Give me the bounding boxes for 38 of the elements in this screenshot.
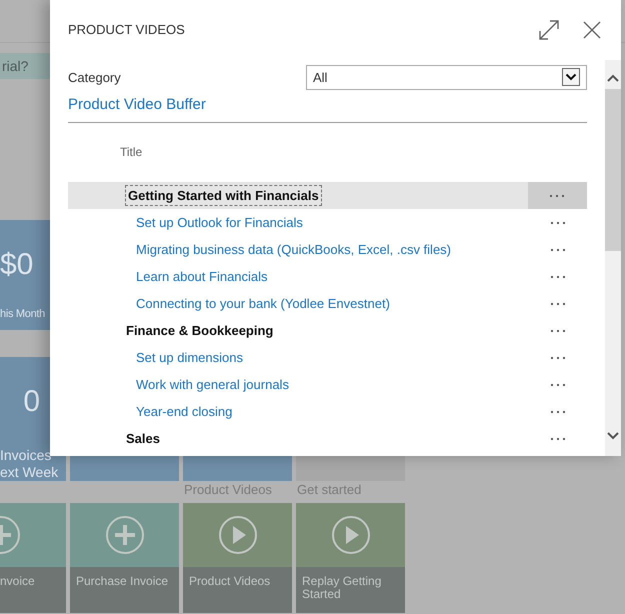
scrollbar[interactable] [605,60,621,456]
more-icon[interactable] [550,220,566,224]
expand-icon[interactable] [537,18,561,42]
more-icon[interactable] [550,356,566,360]
more-icon[interactable] [550,328,566,332]
more-icon[interactable] [550,302,566,306]
more-icon[interactable] [549,194,566,198]
group-heading: Get started [297,482,362,497]
more-icon[interactable] [550,410,566,414]
close-icon[interactable] [582,20,602,40]
video-row[interactable]: Year-end closing [68,398,587,425]
group-heading: Product Videos [184,482,272,497]
group-row[interactable]: Sales [68,425,587,452]
video-row[interactable]: Set up dimensions [68,344,587,371]
tile-label[interactable]: Product Videos [183,567,292,613]
section-title: Product Video Buffer [68,96,207,115]
category-label: Category [68,70,122,84]
group-row[interactable]: Getting Started with Financials [68,182,587,209]
column-header: Title [119,145,144,161]
video-row[interactable]: Learn about Financials [68,263,587,290]
dropdown-icon[interactable] [562,68,580,86]
video-row[interactable]: Connecting to your bank (Yodlee Envestnet) [68,290,587,317]
dialog-title: PRODUCT VIDEOS [68,22,186,36]
video-row[interactable]: Set up Outlook for Financials [68,209,587,236]
scroll-down-icon[interactable] [607,432,619,440]
video-row[interactable]: Migrating business data (QuickBooks, Excel, .csv files) [68,236,587,263]
category-select[interactable]: All [306,64,587,90]
banner-text: rial? [2,58,28,74]
group-row[interactable]: Finance & Bookkeeping [68,317,587,344]
more-icon[interactable] [550,248,566,252]
video-row[interactable]: Work with general journals [68,371,587,398]
tile-label[interactable]: nvoice [0,567,66,613]
tile-label[interactable]: Replay Getting Started [296,567,405,613]
more-icon[interactable] [550,274,566,278]
tile-label[interactable]: Purchase Invoice [70,567,179,613]
scroll-up-icon[interactable] [607,74,619,82]
more-icon[interactable] [550,436,566,440]
more-icon[interactable] [550,382,566,386]
